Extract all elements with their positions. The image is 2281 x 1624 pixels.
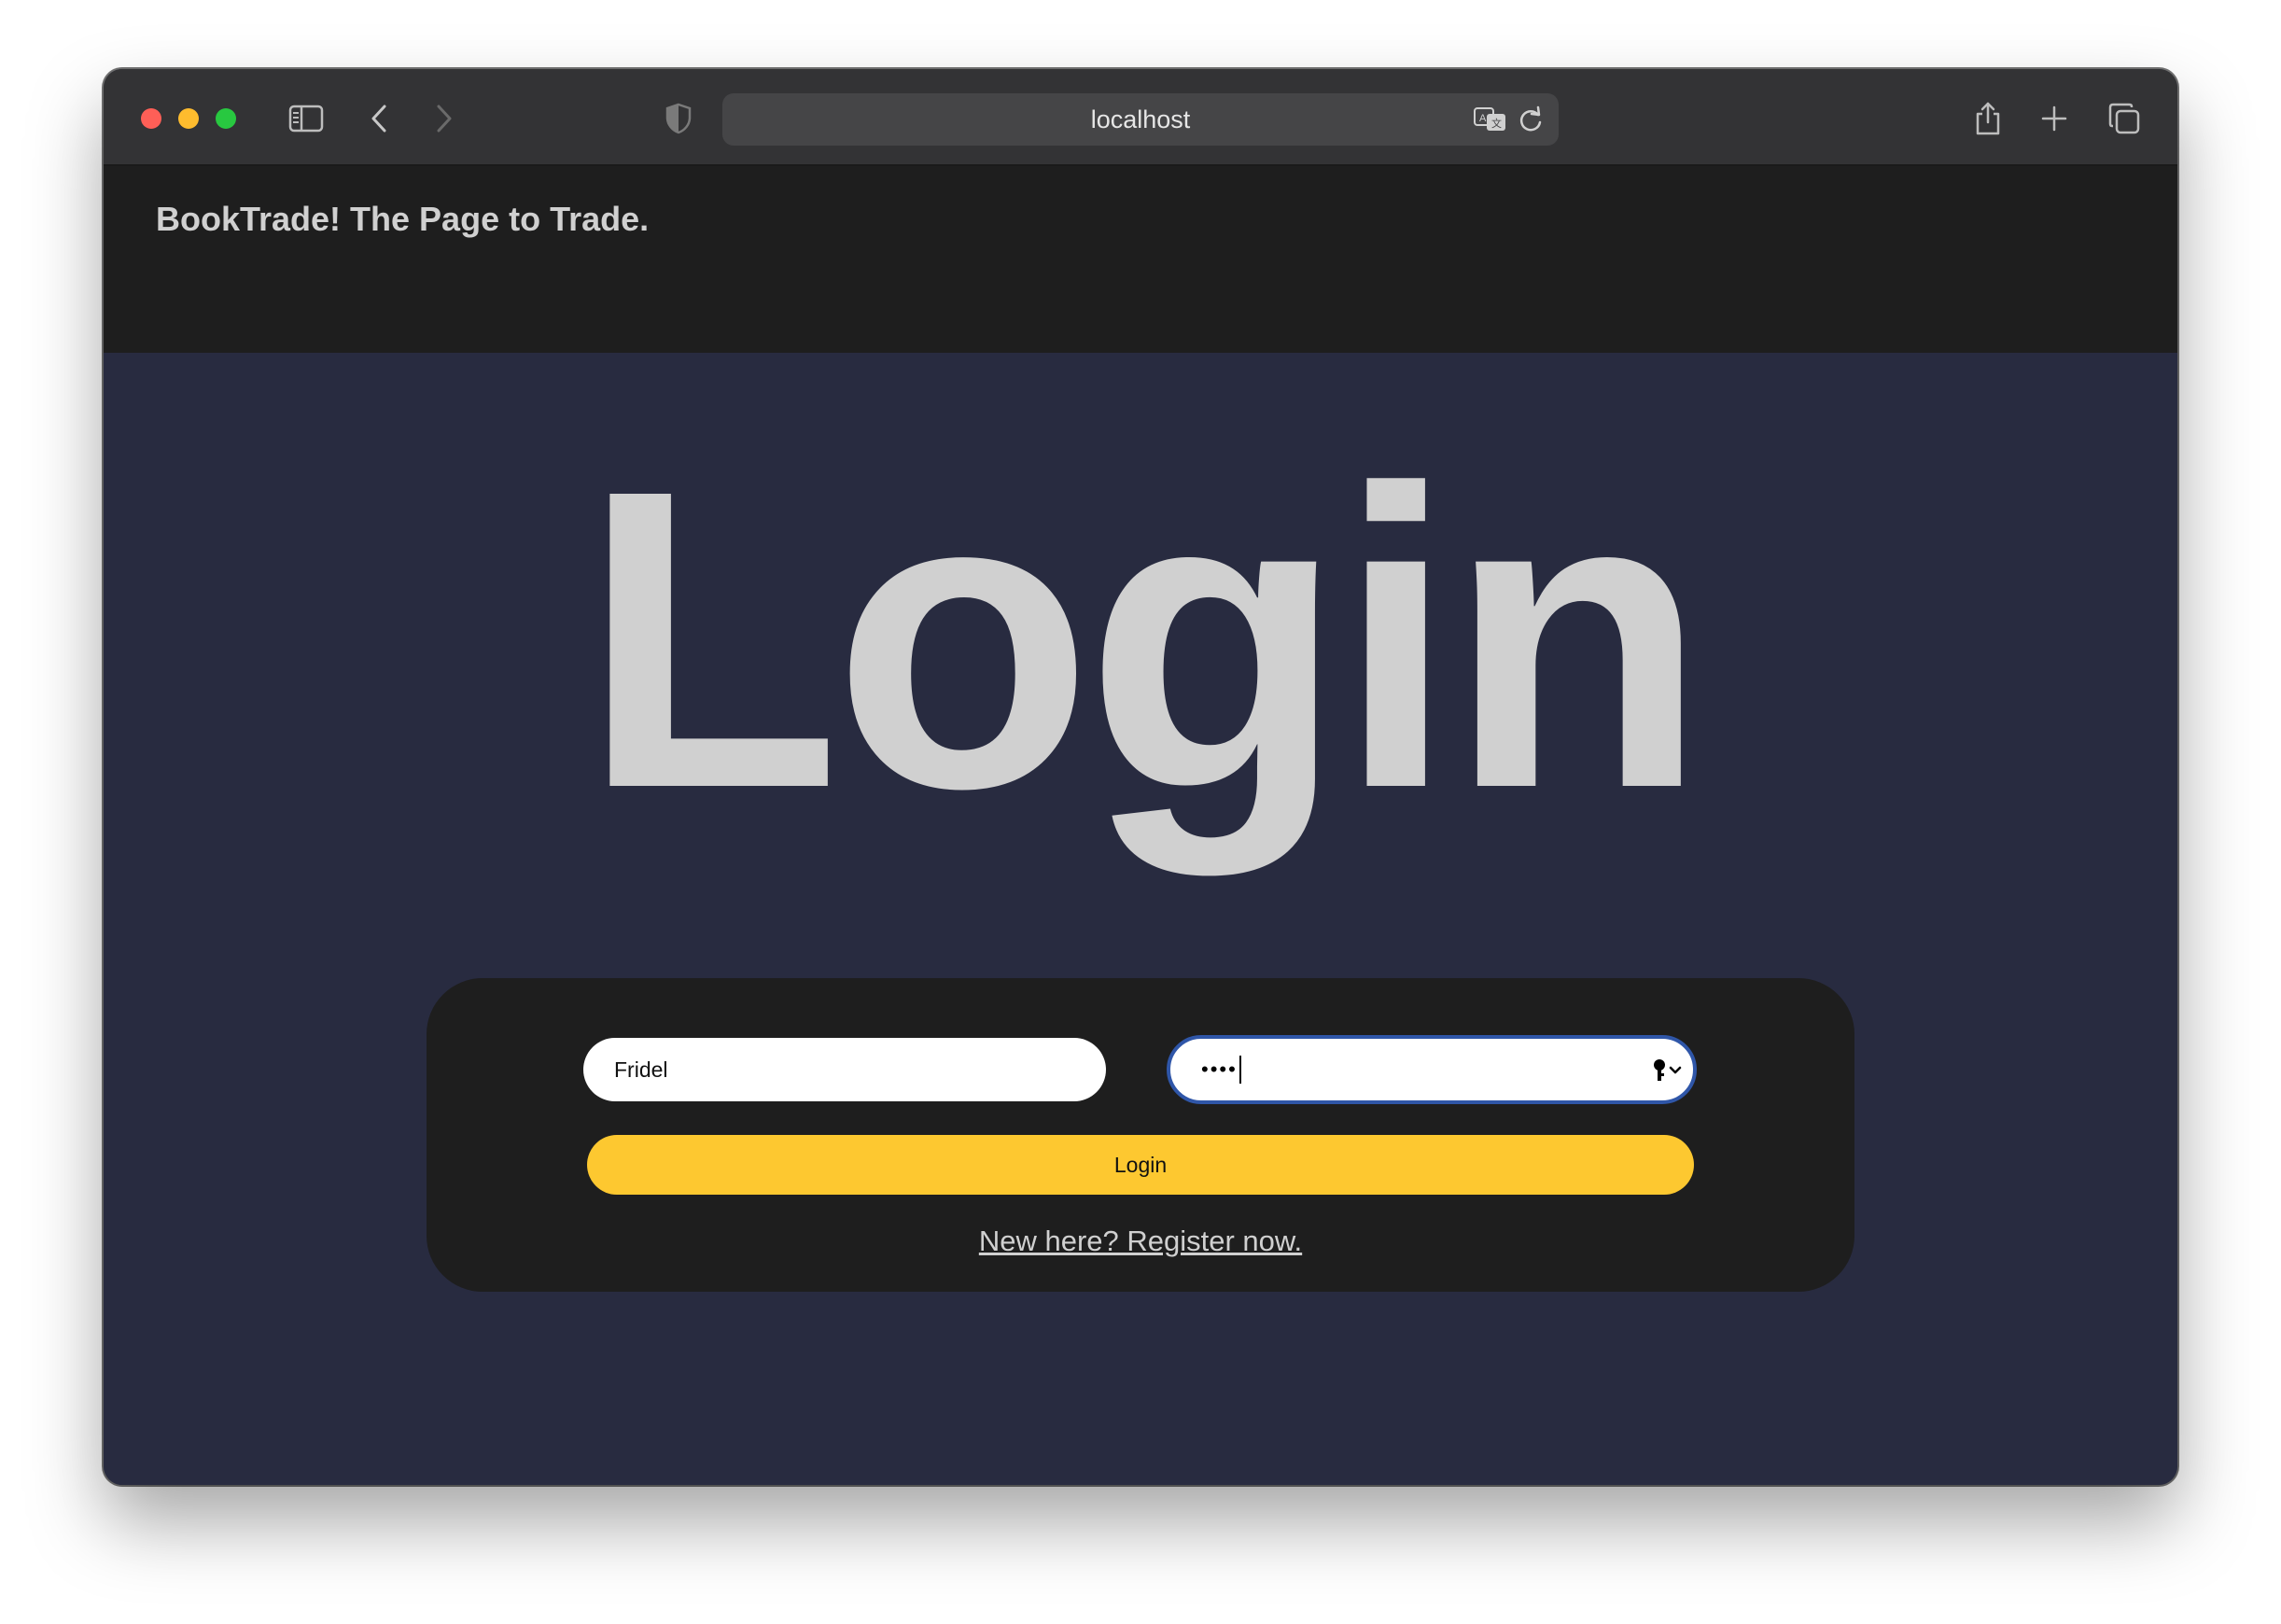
- address-bar[interactable]: localhost A 文: [722, 93, 1559, 146]
- brand-title[interactable]: BookTrade! The Page to Trade.: [156, 200, 649, 239]
- svg-text:文: 文: [1491, 117, 1502, 130]
- forward-icon[interactable]: [430, 97, 458, 140]
- svg-text:A: A: [1479, 113, 1487, 124]
- tabs-overview-icon[interactable]: [2106, 97, 2142, 140]
- browser-toolbar: localhost A 文: [104, 69, 2177, 166]
- new-tab-icon[interactable]: [2039, 97, 2069, 140]
- web-page: BookTrade! The Page to Trade. Login Frid…: [104, 166, 2177, 1485]
- shield-icon[interactable]: [664, 97, 693, 140]
- url-text[interactable]: localhost: [722, 93, 1559, 146]
- share-icon[interactable]: [1972, 97, 2004, 140]
- maximize-window-button[interactable]: [216, 108, 236, 129]
- username-value: Fridel: [614, 1057, 668, 1082]
- page-title: Login: [581, 402, 1707, 876]
- back-icon[interactable]: [365, 97, 393, 140]
- translate-icon[interactable]: A 文: [1473, 103, 1508, 136]
- reload-icon[interactable]: [1518, 103, 1544, 136]
- site-header: BookTrade! The Page to Trade.: [104, 166, 2177, 353]
- password-input[interactable]: ••••: [1167, 1035, 1697, 1104]
- text-caret: [1238, 1056, 1241, 1084]
- password-manager-key-icon[interactable]: [1650, 1054, 1682, 1087]
- close-window-button[interactable]: [141, 108, 161, 129]
- username-input[interactable]: Fridel: [583, 1038, 1106, 1101]
- browser-window: localhost A 文 BookTrade! The Page to Tra…: [104, 69, 2177, 1485]
- password-mask: ••••: [1201, 1057, 1238, 1081]
- minimize-window-button[interactable]: [178, 108, 199, 129]
- login-button[interactable]: Login: [587, 1135, 1694, 1195]
- login-form: Fridel •••• Login New here? Register now…: [427, 978, 1854, 1292]
- register-link[interactable]: New here? Register now.: [427, 1225, 1854, 1258]
- sidebar-icon[interactable]: [287, 97, 326, 140]
